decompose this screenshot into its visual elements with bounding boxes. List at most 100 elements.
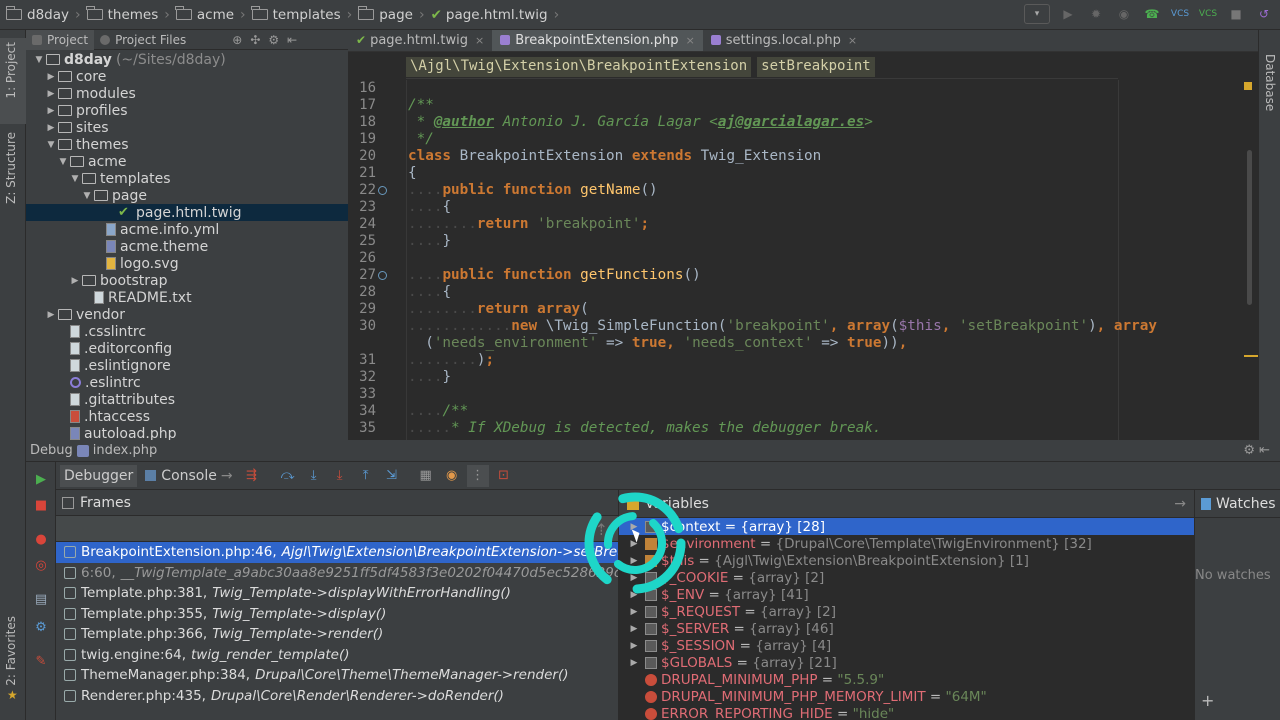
line-number[interactable]: 27 — [348, 267, 376, 283]
resume-icon[interactable]: ▶ — [32, 470, 50, 488]
tree-item[interactable]: ▼ acme — [26, 153, 348, 170]
step-out-icon[interactable]: ⤒ — [355, 465, 377, 487]
line-number[interactable]: 28 — [348, 284, 376, 300]
expand-down-icon[interactable]: ▼ — [68, 174, 82, 184]
close-icon[interactable]: × — [848, 34, 857, 47]
tree-item[interactable]: .editorconfig — [26, 340, 348, 357]
listen-debug-icon[interactable]: ☎ — [1142, 4, 1162, 24]
expand-right-icon[interactable]: ▶ — [627, 556, 641, 566]
hide-icon[interactable]: ⇤ — [287, 33, 297, 47]
tree-item[interactable]: ✔ page.html.twig — [26, 204, 348, 221]
breadcrumb-acme[interactable]: acme › — [175, 6, 246, 23]
expand-right-icon[interactable]: ▶ — [68, 276, 82, 286]
tree-item[interactable]: ▶ vendor — [26, 306, 348, 323]
expand-right-icon[interactable]: ▶ — [627, 641, 641, 651]
line-number[interactable]: 25 — [348, 233, 376, 249]
expand-down-icon[interactable]: ▼ — [80, 191, 94, 201]
debug-icon[interactable]: ✹ — [1086, 4, 1106, 24]
frame-row[interactable]: ThemeManager.php:384, Drupal\Core\Theme\T… — [56, 665, 618, 686]
breadcrumb-themes[interactable]: themes › — [86, 6, 170, 23]
sync-icon[interactable]: ⊕ — [232, 33, 242, 47]
line-number[interactable]: 21 — [348, 165, 376, 181]
method-crumb[interactable]: setBreakpoint — [757, 57, 875, 77]
expand-right-icon[interactable]: ▶ — [627, 590, 641, 600]
variable-row[interactable]: ▶ $_SERVER = {array} [46] — [619, 620, 1194, 637]
tab-favorites[interactable]: 2: Favorites — [4, 616, 18, 686]
gear-icon[interactable]: ⚙ ⇤ — [1243, 443, 1270, 458]
frame-row[interactable]: twig.engine:64, twig_render_template() — [56, 645, 618, 666]
run-to-cursor-icon[interactable]: ⇲ — [381, 465, 403, 487]
line-number[interactable]: 18 — [348, 114, 376, 130]
tree-item[interactable]: .csslintrc — [26, 323, 348, 340]
collapse-icon[interactable]: ✣ — [250, 33, 260, 47]
variable-row[interactable]: ▶ $_SESSION = {array} [4] — [619, 637, 1194, 654]
tree-item[interactable]: autoload.php — [26, 425, 348, 440]
line-number[interactable]: 32 — [348, 369, 376, 385]
step-into-icon[interactable]: ⤓ — [303, 465, 325, 487]
expand-down-icon[interactable]: ▼ — [44, 140, 58, 150]
frame-row[interactable]: Renderer.php:435, Drupal\Core\Render\Rend… — [56, 686, 618, 707]
run-config-dropdown[interactable]: ▾ — [1024, 4, 1050, 24]
breadcrumb-page[interactable]: page › — [357, 6, 425, 23]
line-number[interactable]: 29 — [348, 301, 376, 317]
tree-item[interactable]: .eslintignore — [26, 357, 348, 374]
mute-breakpoints-icon[interactable]: ◎ — [32, 556, 50, 574]
line-number[interactable]: 34 — [348, 403, 376, 419]
variable-row[interactable]: ▶ $context = {array} [28] — [619, 518, 1194, 535]
expand-right-icon[interactable]: ▶ — [627, 573, 641, 583]
expand-right-icon[interactable]: ▶ — [44, 72, 58, 82]
tab-console[interactable]: Console → — [141, 465, 236, 487]
tab-database[interactable]: Database — [1263, 54, 1277, 111]
variable-row[interactable]: ▶ $_REQUEST = {array} [2] — [619, 603, 1194, 620]
tab-project[interactable]: 1: Project — [4, 42, 18, 99]
expand-right-icon[interactable]: ▶ — [44, 310, 58, 320]
tab-debugger[interactable]: Debugger — [60, 464, 138, 487]
expand-right-icon[interactable]: ▶ — [44, 106, 58, 116]
breadcrumb-file[interactable]: ✔ page.html.twig › — [431, 7, 560, 23]
force-step-into-icon[interactable]: ⤓ — [329, 465, 351, 487]
arrow-up-icon[interactable]: ⇡ — [595, 520, 608, 539]
tree-item[interactable]: ▼ themes — [26, 136, 348, 153]
tree-item[interactable]: README.txt — [26, 289, 348, 306]
add-watch-button[interactable]: + — [1201, 691, 1214, 710]
view-breakpoints-icon[interactable]: ● — [32, 530, 50, 548]
step-over-icon[interactable]: ⤼ — [277, 465, 299, 487]
vcs-update-icon[interactable]: VCS — [1170, 4, 1190, 24]
line-number[interactable]: 16 — [348, 80, 376, 96]
override-marker-icon[interactable] — [378, 271, 387, 280]
frame-row[interactable]: Template.php:381, Twig_Template->displayW… — [56, 583, 618, 604]
tree-item[interactable]: ▶ bootstrap — [26, 272, 348, 289]
gear-icon[interactable]: ⚙ — [268, 33, 279, 47]
line-number[interactable]: 19 — [348, 131, 376, 147]
variable-row[interactable]: DRUPAL_MINIMUM_PHP_MEMORY_LIMIT = "64M" — [619, 688, 1194, 705]
tree-item[interactable]: acme.info.yml — [26, 221, 348, 238]
expand-right-icon[interactable]: ▶ — [44, 89, 58, 99]
tree-item[interactable]: ▶ profiles — [26, 102, 348, 119]
tree-item[interactable]: ▶ modules — [26, 85, 348, 102]
line-number[interactable]: 33 — [348, 386, 376, 402]
frame-row[interactable]: Template.php:355, Twig_Template->display(… — [56, 604, 618, 625]
stop-icon[interactable]: ■ — [1226, 4, 1246, 24]
tab-breakpoint-extension[interactable]: BreakpointExtension.php × — [492, 30, 703, 51]
tree-item[interactable]: acme.theme — [26, 238, 348, 255]
layout-icon[interactable]: ▤ — [32, 590, 50, 608]
close-icon[interactable]: × — [475, 34, 484, 47]
project-files-tab[interactable]: Project Files — [94, 30, 192, 50]
line-number[interactable]: 24 — [348, 216, 376, 232]
variable-row[interactable]: ▶ $_COOKIE = {array} [2] — [619, 569, 1194, 586]
variable-row[interactable]: DRUPAL_MINIMUM_PHP = "5.5.9" — [619, 671, 1194, 688]
delete-icon[interactable]: ⊡ — [493, 465, 515, 487]
variable-row[interactable]: ▶ $GLOBALS = {array} [21] — [619, 654, 1194, 671]
expand-down-icon[interactable]: ▼ — [32, 55, 46, 65]
expand-right-icon[interactable]: ▶ — [627, 658, 641, 668]
editor-scrollbar[interactable] — [1247, 150, 1252, 305]
expand-right-icon[interactable]: ▶ — [44, 123, 58, 133]
tree-item[interactable]: .htaccess — [26, 408, 348, 425]
run-icon[interactable]: ▶ — [1058, 4, 1078, 24]
project-view-tab[interactable]: Project — [26, 30, 95, 50]
line-number[interactable]: 20 — [348, 148, 376, 164]
tab-settings-local[interactable]: settings.local.php × — [703, 30, 865, 51]
frame-row[interactable]: Template.php:366, Twig_Template->render() — [56, 624, 618, 645]
tree-item[interactable]: ▶ core — [26, 68, 348, 85]
tree-item[interactable]: logo.svg — [26, 255, 348, 272]
